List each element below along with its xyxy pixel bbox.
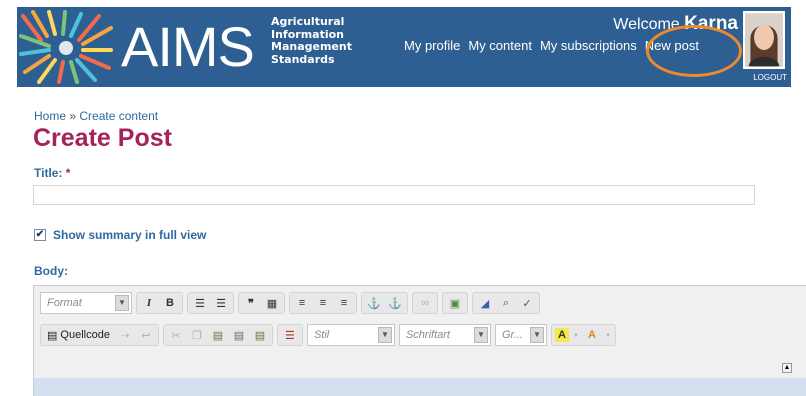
paste-icon[interactable]: ▤ bbox=[209, 326, 227, 344]
toolbar-row-1: Format ▼ I B ☰ ☰ ❞ ▦ ≡ ≡ ≡ ⚓ ⚓ ∞ ▣ ◢ ⌕ ✓ bbox=[40, 292, 540, 314]
table-icon[interactable]: ▦ bbox=[263, 294, 281, 312]
user-nav: My profile My content My subscriptions N… bbox=[404, 38, 699, 53]
summary-checkbox-row[interactable]: ✔ Show summary in full view bbox=[34, 228, 206, 242]
title-input[interactable] bbox=[33, 185, 755, 205]
tagline-line: Management bbox=[271, 40, 352, 53]
user-name: Karna bbox=[684, 13, 738, 34]
unlink-icon[interactable]: ⚓ bbox=[386, 294, 404, 312]
user-photo-icon bbox=[745, 13, 783, 67]
nav-new-post[interactable]: New post bbox=[645, 38, 699, 53]
bold-icon[interactable]: B bbox=[161, 294, 179, 312]
toolbar-group-source: ▤ Quellcode ➝ ↩ bbox=[40, 324, 159, 346]
format-dropdown[interactable]: Format ▼ bbox=[40, 292, 132, 314]
text-color-icon[interactable]: A bbox=[554, 328, 569, 342]
anchor-link-icon[interactable]: ∞ bbox=[416, 294, 434, 312]
breadcrumb: Home » Create content bbox=[34, 109, 158, 123]
nav-my-profile[interactable]: My profile bbox=[404, 38, 460, 53]
summary-checkbox-label[interactable]: Show summary in full view bbox=[53, 228, 206, 242]
toolbar-group-link: ∞ bbox=[412, 292, 438, 314]
aims-logo-icon[interactable] bbox=[19, 10, 115, 84]
size-dropdown-label: Gr... bbox=[501, 329, 523, 341]
required-marker: * bbox=[65, 166, 71, 180]
toolbar-group-tools: ◢ ⌕ ✓ bbox=[472, 292, 540, 314]
eraser-icon[interactable]: ◢ bbox=[476, 294, 494, 312]
style-dropdown-label: Stil bbox=[313, 329, 330, 341]
undo-icon[interactable]: ↩ bbox=[137, 326, 155, 344]
summary-checkbox[interactable]: ✔ bbox=[34, 229, 46, 241]
logo-text[interactable]: AIMS bbox=[121, 11, 255, 83]
source-button[interactable]: ▤ Quellcode bbox=[44, 329, 113, 342]
chevron-down-icon[interactable]: ▼ bbox=[473, 327, 488, 343]
welcome-message: Welcome Karna bbox=[613, 13, 738, 36]
page-title: Create Post bbox=[33, 124, 172, 152]
tagline-line: Agricultural bbox=[271, 15, 345, 28]
toolbar-group-colors: A ▾ A ▾ bbox=[550, 324, 616, 346]
align-center-icon[interactable]: ≡ bbox=[314, 294, 332, 312]
italic-icon[interactable]: I bbox=[140, 294, 158, 312]
source-label: Quellcode bbox=[60, 329, 110, 341]
find-icon[interactable]: ⌕ bbox=[497, 294, 515, 312]
nav-my-subscriptions[interactable]: My subscriptions bbox=[540, 38, 637, 53]
site-header: AIMS Agricultural Information Management… bbox=[17, 7, 791, 87]
paste-word-icon[interactable]: ▤ bbox=[251, 326, 269, 344]
link-icon[interactable]: ⚓ bbox=[365, 294, 383, 312]
logout-link[interactable]: LOGOUT bbox=[753, 73, 787, 82]
size-dropdown[interactable]: Gr... ▼ bbox=[494, 324, 547, 346]
toolbar-group-anchor: ⚓ ⚓ bbox=[361, 292, 408, 314]
align-right-icon[interactable]: ≡ bbox=[335, 294, 353, 312]
chevron-down-icon[interactable]: ▼ bbox=[377, 327, 392, 343]
spellcheck-icon[interactable]: ✓ bbox=[518, 294, 536, 312]
chevron-down-icon[interactable]: ▼ bbox=[115, 295, 129, 311]
cut-icon[interactable]: ✂ bbox=[167, 326, 185, 344]
source-icon: ▤ bbox=[47, 329, 58, 342]
breadcrumb-home[interactable]: Home bbox=[34, 109, 66, 123]
image-icon[interactable]: ▣ bbox=[446, 294, 464, 312]
toolbar-group-text: I B bbox=[136, 292, 183, 314]
chevron-down-icon[interactable]: ▾ bbox=[604, 326, 612, 344]
toolbar-group-align: ≡ ≡ ≡ bbox=[289, 292, 357, 314]
blockquote-icon[interactable]: ❞ bbox=[242, 294, 260, 312]
title-label-text: Title: bbox=[34, 166, 63, 180]
bulleted-list-icon[interactable]: ☰ bbox=[212, 294, 230, 312]
breadcrumb-separator: » bbox=[69, 109, 77, 123]
rich-text-editor: Format ▼ I B ☰ ☰ ❞ ▦ ≡ ≡ ≡ ⚓ ⚓ ∞ ▣ ◢ ⌕ ✓… bbox=[33, 285, 806, 396]
tagline-line: Standards bbox=[271, 52, 335, 66]
toolbar-group-image: ▣ bbox=[442, 292, 468, 314]
title-label: Title: * bbox=[34, 166, 70, 180]
toolbar-group-hr: ☰ bbox=[276, 324, 303, 346]
breadcrumb-current[interactable]: Create content bbox=[79, 109, 158, 123]
format-dropdown-label: Format bbox=[47, 297, 82, 309]
toolbar-group-blocks: ❞ ▦ bbox=[238, 292, 285, 314]
scroll-up-arrow-icon[interactable]: ▲ bbox=[782, 363, 792, 373]
horizontal-rule-icon[interactable]: ☰ bbox=[281, 326, 299, 344]
toolbar-group-lists: ☰ ☰ bbox=[187, 292, 234, 314]
editor-content-area[interactable] bbox=[34, 378, 806, 396]
copy-icon[interactable]: ❐ bbox=[188, 326, 206, 344]
welcome-prefix: Welcome bbox=[613, 16, 680, 33]
chevron-down-icon[interactable]: ▾ bbox=[572, 326, 580, 344]
paste-text-icon[interactable]: ▤ bbox=[230, 326, 248, 344]
align-left-icon[interactable]: ≡ bbox=[293, 294, 311, 312]
font-dropdown[interactable]: Schriftart ▼ bbox=[398, 324, 491, 346]
toolbar-group-clipboard: ✂ ❐ ▤ ▤ ▤ bbox=[162, 324, 273, 346]
style-dropdown[interactable]: Stil ▼ bbox=[306, 324, 395, 346]
numbered-list-icon[interactable]: ☰ bbox=[191, 294, 209, 312]
logo-tagline: Agricultural Information Management Stan… bbox=[271, 15, 352, 66]
body-label: Body: bbox=[34, 264, 68, 278]
chevron-down-icon[interactable]: ▼ bbox=[529, 327, 544, 343]
redo-icon[interactable]: ➝ bbox=[116, 326, 134, 344]
avatar[interactable] bbox=[743, 11, 785, 69]
background-color-icon[interactable]: A bbox=[583, 326, 601, 344]
font-dropdown-label: Schriftart bbox=[405, 329, 450, 341]
nav-my-content[interactable]: My content bbox=[468, 38, 532, 53]
toolbar-row-2: ▤ Quellcode ➝ ↩ ✂ ❐ ▤ ▤ ▤ ☰ Stil ▼ Schri… bbox=[40, 324, 616, 346]
